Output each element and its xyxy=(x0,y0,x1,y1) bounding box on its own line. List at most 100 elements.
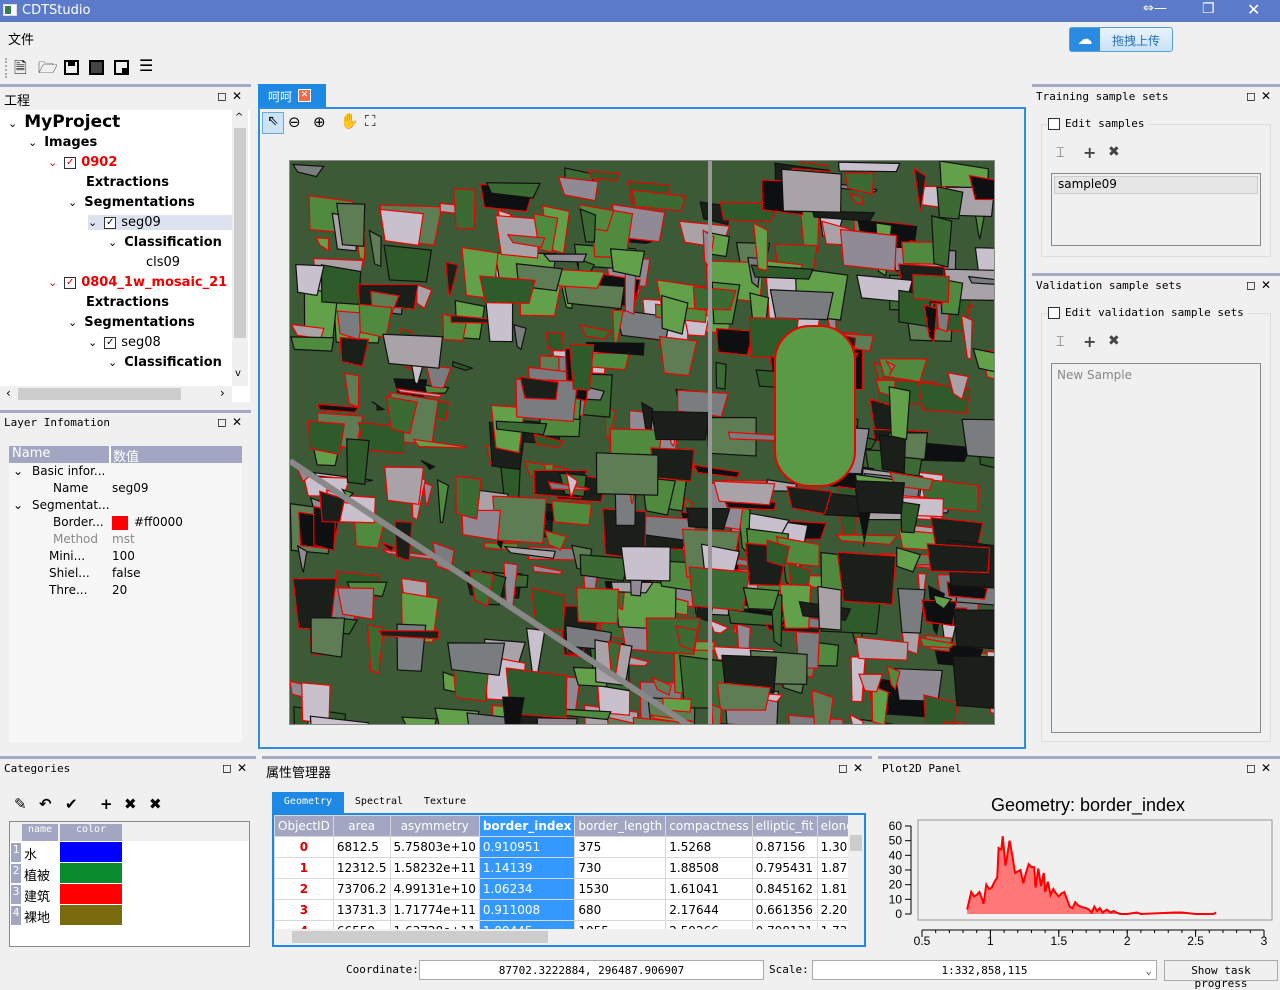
list-icon[interactable]: ☰ xyxy=(139,56,153,75)
table-cell[interactable]: 680 xyxy=(574,899,667,921)
tree-item[interactable]: ⌄ Classification xyxy=(108,235,222,250)
confirm-check-icon[interactable]: ✔ xyxy=(65,795,78,813)
category-name[interactable]: 裸地 xyxy=(24,907,50,926)
table-cell[interactable]: 1.81898 xyxy=(816,878,848,900)
column-header-color[interactable]: color xyxy=(60,824,122,841)
chevron-down-icon[interactable]: ⌄ xyxy=(13,464,23,478)
table-cell[interactable]: 1.00445 xyxy=(478,920,576,929)
property-row[interactable]: ⌄ Basic infor... xyxy=(9,464,242,481)
column-header[interactable]: asymmetry xyxy=(389,815,480,837)
delete-icon[interactable]: ✖ xyxy=(1108,144,1120,160)
table-cell[interactable]: 4 xyxy=(274,920,334,929)
sample-item[interactable]: sample09 xyxy=(1054,176,1258,194)
maximize-icon[interactable]: ❐ xyxy=(1202,1,1215,17)
chevron-down-icon[interactable]: ⌄ xyxy=(88,216,97,229)
table-cell[interactable]: 0.910951 xyxy=(478,836,576,858)
add-category-icon[interactable]: + xyxy=(100,795,113,813)
new-file-icon[interactable]: 🗎 xyxy=(14,57,27,84)
tree-vertical-scrollbar[interactable]: ^ v xyxy=(232,110,248,386)
tree-item[interactable]: ⌄ ✓ seg09 xyxy=(88,215,232,230)
category-name[interactable]: 建筑 xyxy=(24,886,50,905)
chevron-down-icon[interactable]: ⌄ xyxy=(68,316,77,329)
visibility-checkbox[interactable]: ✓ xyxy=(104,216,117,229)
coordinate-field[interactable]: 87702.3222884, 296487.906907 xyxy=(419,960,764,980)
edit-icon[interactable]: ✎ xyxy=(14,795,27,813)
restore-arrows-icon[interactable]: ⇔— xyxy=(1143,1,1167,16)
chevron-down-icon[interactable]: ⌄ xyxy=(13,498,23,512)
column-header-value[interactable]: 数值 xyxy=(109,446,242,465)
property-row[interactable]: Shiel... false xyxy=(9,566,242,583)
column-header[interactable]: border_index xyxy=(478,815,576,837)
tree-horizontal-scrollbar[interactable]: ‹ › xyxy=(0,386,232,402)
close-window-icon[interactable]: ✕ xyxy=(1247,0,1260,19)
column-header[interactable]: elongatio xyxy=(816,815,848,837)
add-icon[interactable]: + xyxy=(1083,143,1096,162)
scroll-up-icon[interactable]: ^ xyxy=(235,112,243,123)
edit-validation-checkbox[interactable]: Edit validation sample sets xyxy=(1048,306,1248,319)
table-cell[interactable]: 0.798131 xyxy=(751,920,818,929)
table-cell[interactable]: 1.87167 xyxy=(816,857,848,879)
table-cell[interactable]: 1.5268 xyxy=(665,836,753,858)
table-cell[interactable]: 0.845162 xyxy=(751,878,818,900)
property-row[interactable]: Mini... 100 xyxy=(9,549,242,566)
save-as-icon[interactable] xyxy=(114,60,129,75)
delete-icon[interactable]: ✖ xyxy=(1108,333,1120,349)
category-color-swatch[interactable] xyxy=(60,842,122,862)
save-all-icon[interactable] xyxy=(89,60,104,75)
chevron-down-icon[interactable]: ⌄ xyxy=(48,276,57,289)
scroll-down-icon[interactable]: v xyxy=(235,368,241,379)
property-row[interactable]: ⌄ Segmentat... xyxy=(9,498,242,515)
chevron-down-icon[interactable]: ⌄ xyxy=(88,336,97,349)
category-row[interactable]: 4 裸地 xyxy=(10,905,250,926)
table-cell[interactable]: 1.30938 xyxy=(816,836,848,858)
dock-float-close-buttons[interactable]: ◻✕ xyxy=(222,761,252,775)
tree-item[interactable]: ⌄ ✓ 0804_1w_mosaic_21 xyxy=(48,275,227,290)
column-header[interactable]: elliptic_fit xyxy=(751,815,818,837)
histogram-plot[interactable]: Geometry: border_index 0102030405060 0.5 1 1… xyxy=(878,780,1280,955)
zoom-extent-icon[interactable]: ⛶ xyxy=(365,112,376,130)
table-cell[interactable]: 1.88508 xyxy=(665,857,753,879)
table-cell[interactable]: 1.06234 xyxy=(478,878,576,900)
category-row[interactable]: 1水 xyxy=(10,842,250,863)
table-cell[interactable]: 0 xyxy=(274,836,334,858)
table-cell[interactable]: 1055 xyxy=(574,920,667,929)
column-header-name[interactable]: name xyxy=(22,824,58,841)
table-cell[interactable]: 2 xyxy=(274,878,334,900)
validation-sample-list[interactable]: New Sample xyxy=(1051,363,1261,733)
table-row[interactable]: 2 73706.2 4.99131e+10 1.06234 1530 1.61041 0.8… xyxy=(274,878,848,900)
show-task-progress-button[interactable]: Show task progress xyxy=(1164,960,1278,990)
table-cell[interactable]: 12312.5 xyxy=(332,857,391,879)
toolbar-grip[interactable] xyxy=(5,58,7,78)
table-cell[interactable]: 0.661356 xyxy=(751,899,818,921)
category-name[interactable]: 水 xyxy=(24,844,37,863)
table-row[interactable]: 4665501.63728e+111.0044510552.592660.798… xyxy=(274,920,848,929)
column-header[interactable]: border_length xyxy=(574,815,667,837)
category-name[interactable]: 植被 xyxy=(24,865,50,884)
sample-item[interactable]: New Sample xyxy=(1057,368,1132,382)
tree-item[interactable]: cls09 xyxy=(128,255,180,270)
color-swatch[interactable] xyxy=(112,516,128,530)
visibility-checkbox[interactable]: ✓ xyxy=(104,336,117,349)
scroll-left-icon[interactable]: ‹ xyxy=(6,386,11,400)
scrollbar-thumb[interactable] xyxy=(18,388,181,400)
chevron-down-icon[interactable]: ⌄ xyxy=(108,236,117,249)
dock-float-close-buttons[interactable]: ◻✕ xyxy=(1246,278,1276,292)
chevron-down-icon[interactable]: ⌄ xyxy=(28,136,37,149)
chevron-down-icon[interactable]: ⌄ xyxy=(48,156,57,169)
dock-float-close-buttons[interactable]: ◻✕ xyxy=(217,89,247,103)
table-row[interactable]: 1 12312.5 1.58232e+11 1.14139 730 1.88508 0.79… xyxy=(274,857,848,879)
close-tab-icon[interactable]: ✕ xyxy=(298,89,311,102)
rename-icon[interactable]: ⌶ xyxy=(1056,334,1064,350)
table-cell[interactable]: 1.61041 xyxy=(665,878,753,900)
table-cell[interactable]: 4.99131e+10 xyxy=(389,878,480,900)
table-cell[interactable]: 0.795431 xyxy=(751,857,818,879)
table-cell[interactable]: 2.20782 xyxy=(816,899,848,921)
table-cell[interactable]: 1.58232e+11 xyxy=(389,857,480,879)
category-color-swatch[interactable] xyxy=(60,905,122,925)
remove-category-icon[interactable]: ✖ xyxy=(124,795,137,813)
table-cell[interactable]: 1.63728e+11 xyxy=(389,920,480,929)
add-icon[interactable]: + xyxy=(1083,332,1096,351)
dock-float-close-buttons[interactable]: ◻✕ xyxy=(838,761,868,775)
table-cell[interactable]: 730 xyxy=(574,857,667,879)
undo-icon[interactable]: ↶ xyxy=(39,795,52,813)
